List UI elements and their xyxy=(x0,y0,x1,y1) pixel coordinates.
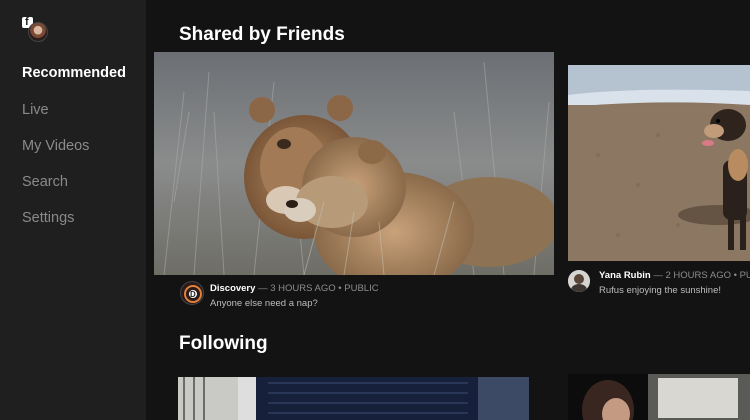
following-video-image xyxy=(178,377,529,420)
video-author[interactable]: Discovery xyxy=(210,283,255,294)
video-meta-yana-rubin: Yana Rubin — 2 HOURS AGO • PUBLIC Rufus … xyxy=(599,270,750,296)
video-caption: Anyone else need a nap? xyxy=(210,298,318,309)
video-thumbnail-following-1[interactable] xyxy=(178,377,529,420)
video-caption: Rufus enjoying the sunshine! xyxy=(599,285,721,296)
discovery-avatar[interactable]: D xyxy=(180,281,204,305)
section-title-following: Following xyxy=(179,333,268,354)
svg-text:D: D xyxy=(190,290,196,299)
dog-beach-image xyxy=(568,65,750,261)
nav-item-recommended[interactable]: Recommended xyxy=(22,65,126,81)
nav-item-live[interactable]: Live xyxy=(22,102,49,118)
profile-avatar[interactable]: f xyxy=(22,16,48,43)
video-thumbnail-following-2[interactable] xyxy=(568,374,750,420)
video-time: — 3 HOURS AGO • PUBLIC xyxy=(258,283,379,294)
user-photo xyxy=(28,22,48,42)
section-title-shared-by-friends: Shared by Friends xyxy=(179,24,345,45)
user-photo xyxy=(568,270,590,292)
video-thumbnail-lions[interactable] xyxy=(154,52,554,275)
nav-item-search[interactable]: Search xyxy=(22,174,68,190)
following-video-image xyxy=(568,374,750,420)
discovery-logo-icon: D xyxy=(184,285,202,303)
yana-rubin-avatar[interactable] xyxy=(568,270,590,292)
video-thumbnail-dog[interactable] xyxy=(568,65,750,261)
sidebar: f Recommended Live My Videos Search Sett… xyxy=(0,0,146,420)
nav-item-settings[interactable]: Settings xyxy=(22,210,74,226)
nav-item-my-videos[interactable]: My Videos xyxy=(22,138,89,154)
video-meta-discovery: Discovery — 3 HOURS AGO • PUBLIC Anyone … xyxy=(210,283,379,309)
video-author[interactable]: Yana Rubin xyxy=(599,270,651,281)
video-time: — 2 HOURS AGO • PUBLIC xyxy=(653,270,750,281)
lions-image xyxy=(154,52,554,275)
